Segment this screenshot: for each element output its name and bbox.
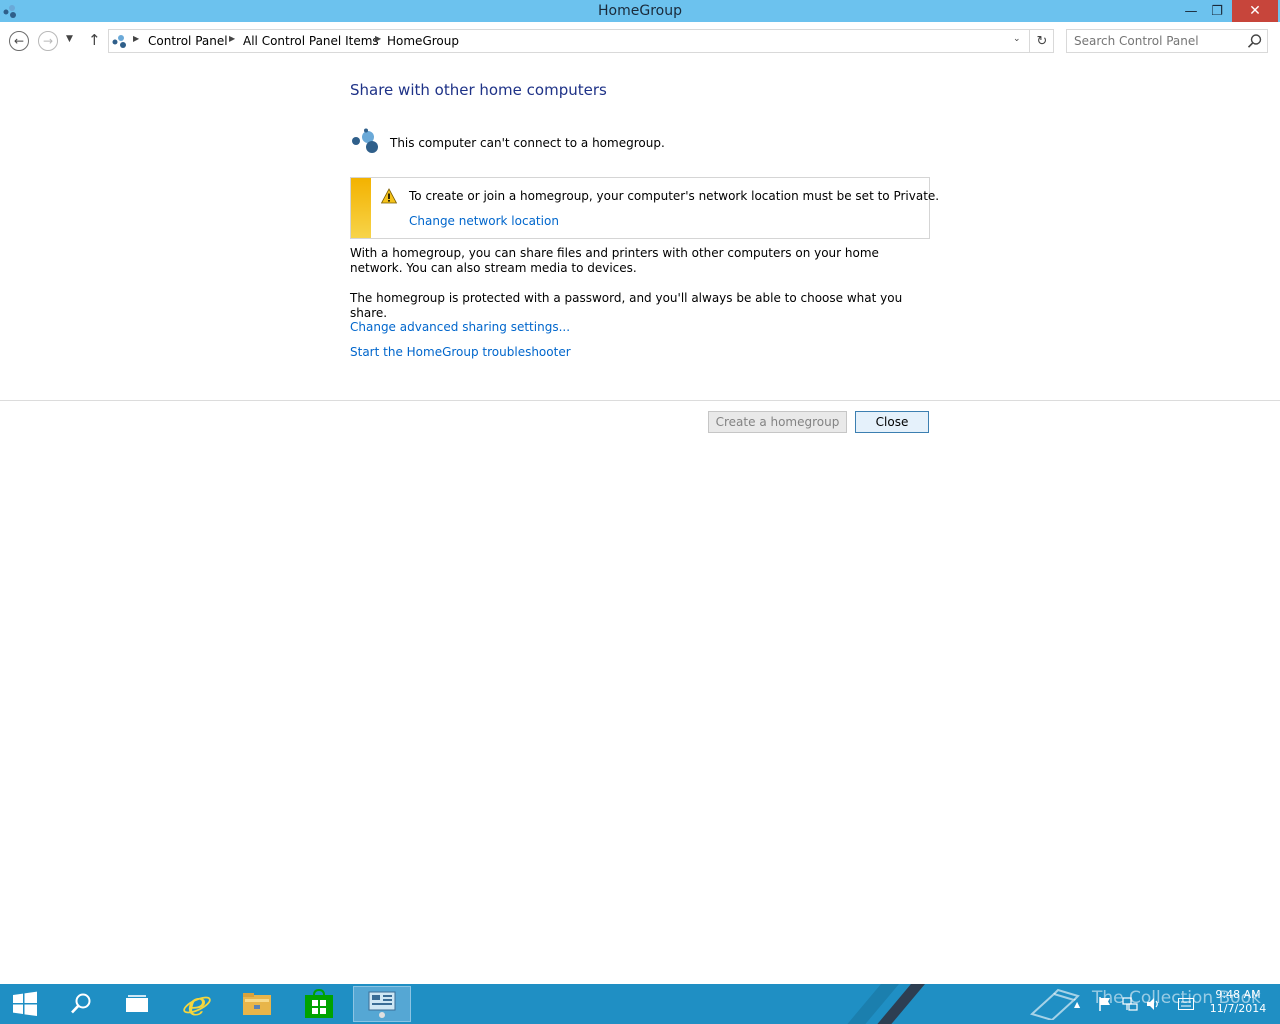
action-center-button[interactable]	[1098, 984, 1112, 1024]
start-button[interactable]	[0, 986, 54, 1022]
control-panel-taskbar-button[interactable]	[353, 986, 411, 1022]
control-panel-location-icon	[112, 35, 126, 48]
change-network-location-link[interactable]: Change network location	[409, 214, 559, 228]
close-button[interactable]: Close	[855, 411, 929, 433]
start-icon	[13, 991, 37, 1016]
clock-date: 11/7/2014	[1209, 1002, 1267, 1015]
warning-panel: To create or join a homegroup, your comp…	[350, 177, 939, 239]
file-explorer-icon	[243, 993, 271, 1015]
store-button[interactable]	[290, 986, 348, 1022]
show-hidden-icons-button[interactable]: ▲	[1074, 984, 1080, 1024]
close-window-button[interactable]: ✕	[1232, 0, 1278, 22]
divider	[0, 400, 1280, 401]
forward-arrow-icon: →	[42, 34, 54, 48]
file-explorer-button[interactable]	[228, 986, 286, 1022]
breadcrumb-control-panel[interactable]: Control Panel	[148, 34, 228, 48]
status-text: This computer can't connect to a homegro…	[390, 136, 665, 150]
breadcrumb-separator[interactable]: ▶	[229, 34, 235, 43]
network-icon	[1122, 997, 1138, 1011]
tray-expand-icon: ▲	[1074, 999, 1081, 1009]
navigation-bar: ← → ▼ ↑ ▶ Control Panel ▶ All Control Pa…	[0, 22, 1280, 60]
up-arrow-icon: ↑	[88, 31, 101, 49]
taskbar: e The Collection Book ▲ 9:48 AM 11/7/201…	[0, 984, 1280, 1024]
input-indicator-button[interactable]	[1178, 984, 1194, 1024]
create-homegroup-button[interactable]: Create a homegroup	[708, 411, 847, 433]
description-text: With a homegroup, you can share files an…	[350, 246, 879, 275]
control-panel-icon	[368, 991, 396, 1018]
back-arrow-icon: ←	[13, 34, 25, 48]
search-box[interactable]	[1066, 29, 1268, 53]
warning-message: To create or join a homegroup, your comp…	[409, 189, 940, 203]
search-taskbar-button[interactable]	[52, 986, 110, 1022]
restore-button[interactable]: ❐	[1204, 0, 1230, 22]
task-view-icon	[126, 995, 148, 1012]
forward-button[interactable]: →	[38, 31, 58, 51]
volume-icon	[1147, 998, 1158, 1010]
breadcrumb-separator[interactable]: ▶	[133, 34, 139, 43]
search-charm-icon	[71, 993, 91, 1014]
recent-locations-button[interactable]: ▼	[66, 34, 73, 44]
up-button[interactable]: ↑	[88, 31, 101, 49]
breadcrumb-homegroup[interactable]: HomeGroup	[387, 34, 459, 48]
refresh-icon: ↻	[1036, 33, 1048, 49]
internet-explorer-icon: e	[183, 989, 211, 1019]
breadcrumb-all-items[interactable]: All Control Panel Items	[243, 34, 379, 48]
homegroup-status: This computer can't connect to a homegro…	[350, 128, 930, 156]
volume-tray-button[interactable]	[1146, 984, 1162, 1024]
address-bar[interactable]: ▶ Control Panel ▶ All Control Panel Item…	[108, 29, 1054, 53]
window-title: HomeGroup	[598, 3, 682, 19]
page-title: Share with other home computers	[350, 81, 607, 99]
homegroup-icon	[352, 128, 378, 153]
homegroup-troubleshooter-link[interactable]: Start the HomeGroup troubleshooter	[350, 345, 571, 359]
back-button[interactable]: ←	[9, 31, 29, 51]
search-input[interactable]	[1067, 30, 1247, 52]
minimize-button[interactable]: —	[1178, 0, 1204, 22]
flag-icon	[1099, 997, 1110, 1011]
address-dropdown-button[interactable]: ⌄	[1013, 34, 1021, 44]
internet-explorer-button[interactable]: e	[168, 986, 226, 1022]
store-icon	[305, 989, 333, 1018]
password-info-text: The homegroup is protected with a passwo…	[350, 291, 903, 320]
task-view-button[interactable]	[108, 986, 166, 1022]
clock[interactable]: 9:48 AM 11/7/2014	[1206, 988, 1270, 1016]
warning-icon	[381, 188, 397, 204]
title-bar: HomeGroup — ❐ ✕	[0, 0, 1280, 22]
breadcrumb-separator[interactable]: ▶	[375, 34, 381, 43]
keyboard-icon	[1178, 998, 1194, 1010]
search-icon[interactable]	[1247, 33, 1263, 49]
network-tray-button[interactable]	[1122, 984, 1138, 1024]
clock-time: 9:48 AM	[1215, 988, 1261, 1001]
refresh-button[interactable]: ↻	[1029, 30, 1054, 52]
advanced-sharing-settings-link[interactable]: Change advanced sharing settings...	[350, 320, 570, 334]
warning-stripe	[351, 178, 371, 238]
